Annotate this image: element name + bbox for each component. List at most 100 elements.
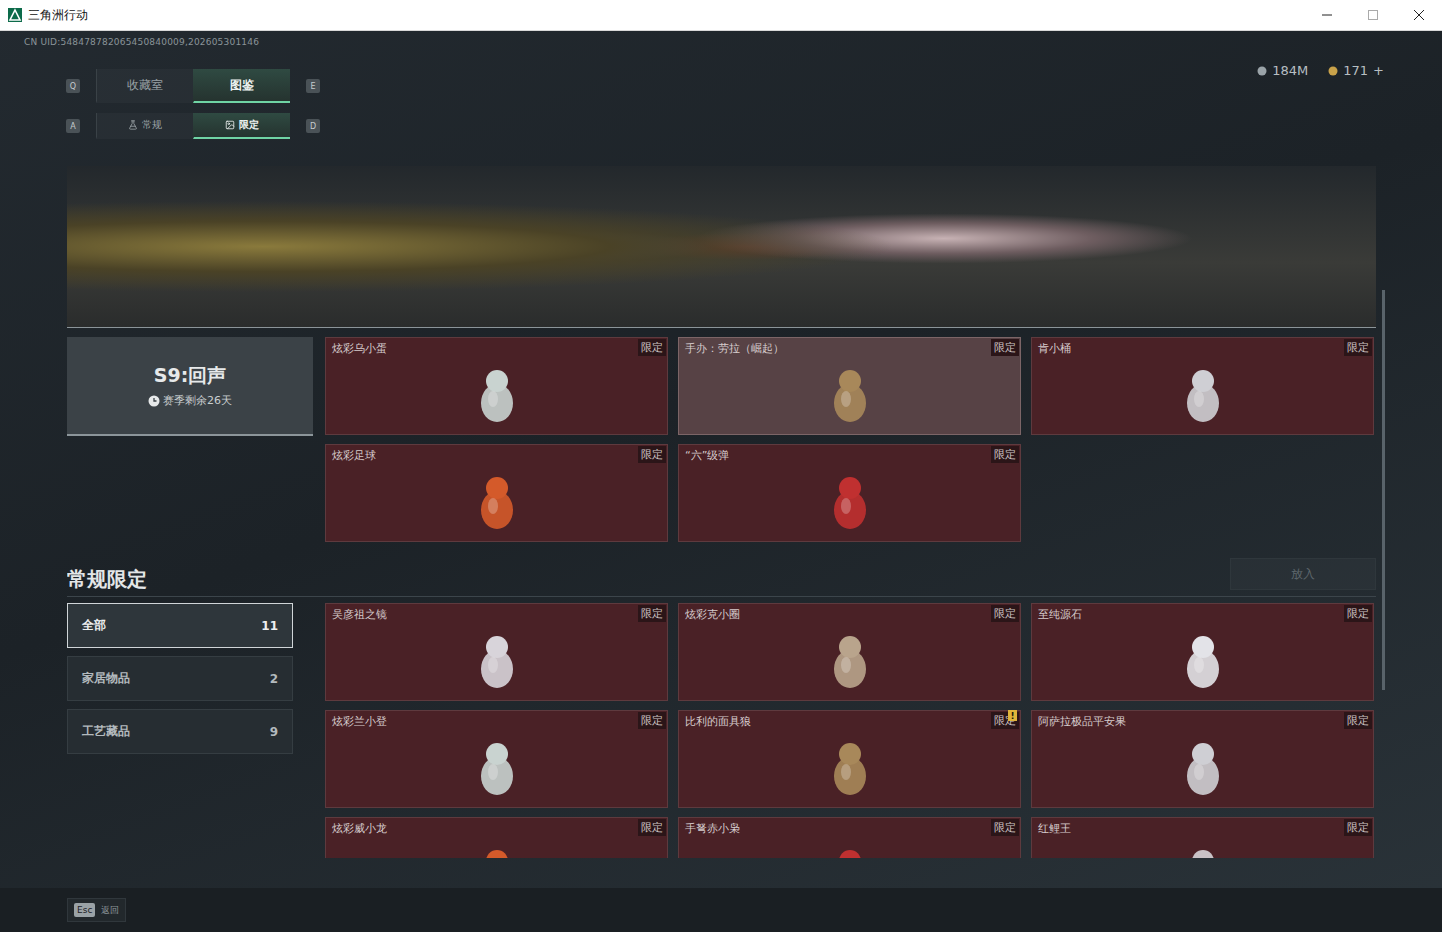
collection-card[interactable]: 炫彩克小圈限定: [678, 603, 1021, 701]
collectible-icon: [815, 839, 885, 859]
game-window: 三角洲行动 CN UID:548478782065450840009,202605…: [0, 0, 1442, 932]
main-tab[interactable]: 图鉴: [193, 69, 290, 103]
collectible-icon: [1168, 625, 1238, 695]
collection-card[interactable]: 比利的面具狼限定!: [678, 710, 1021, 808]
card-art: [332, 729, 661, 804]
section-title: 常规限定: [67, 566, 147, 593]
section-header: 常规限定放入: [67, 562, 1376, 597]
collection-card[interactable]: 手弩赤小枭限定: [678, 817, 1021, 858]
flask-icon: [128, 120, 138, 130]
season-title: S9:回声: [154, 363, 227, 389]
card-name: 肯小桶: [1038, 341, 1367, 356]
item-grid: 吴彦祖之镜限定炫彩克小圈限定至纯源石限定炫彩兰小登限定比利的面具狼限定!阿萨拉极…: [325, 603, 1374, 858]
main-tab[interactable]: 收藏室: [96, 69, 193, 103]
key-hint: D: [306, 119, 320, 133]
key-hint: A: [66, 119, 80, 133]
category-item[interactable]: 全部11: [67, 603, 293, 648]
close-icon: [1414, 10, 1424, 20]
collectible-icon: [815, 359, 885, 429]
card-art: [1038, 836, 1367, 858]
collection-card[interactable]: 吴彦祖之镜限定: [325, 603, 668, 701]
sub-tab[interactable]: 常规: [96, 113, 193, 139]
card-name: 红鲤王: [1038, 821, 1367, 836]
category-item[interactable]: 工艺藏品9: [67, 709, 293, 754]
season-remaining: 赛季剩余26天: [148, 393, 232, 408]
add-currency-button[interactable]: +: [1373, 63, 1384, 78]
collection-card[interactable]: 手办：劳拉（崛起）限定: [678, 337, 1021, 435]
season-grid: 炫彩乌小蛋限定手办：劳拉（崛起）限定肯小桶限定炫彩足球限定“六”级弹限定: [325, 337, 1374, 542]
card-name: “六”级弹: [685, 448, 1014, 463]
collectible-icon: [1168, 732, 1238, 802]
window-controls: [1304, 0, 1442, 30]
category-list: 全部11 家居物品2 工艺藏品9: [67, 603, 293, 858]
card-name: 比利的面具狼: [685, 714, 1014, 729]
limited-badge: 限定: [638, 819, 666, 836]
logo-icon: [8, 8, 22, 22]
clock-icon: [148, 395, 160, 407]
limited-badge: 限定: [991, 446, 1019, 463]
uid-label: CN UID:548478782065450840009,20260530114…: [24, 37, 320, 47]
collection-card[interactable]: 炫彩兰小登限定: [325, 710, 668, 808]
season-banner: [67, 166, 1376, 328]
coin-icon: [1257, 66, 1267, 76]
limited-badge: 限定: [638, 446, 666, 463]
card-name: 炫彩克小圈: [685, 607, 1014, 622]
footer: Esc 返回: [0, 888, 1442, 932]
card-name: 炫彩兰小登: [332, 714, 661, 729]
key-hint: E: [306, 79, 320, 93]
collection-card[interactable]: 肯小桶限定: [1031, 337, 1374, 435]
card-name: 吴彦祖之镜: [332, 607, 661, 622]
card-name: 炫彩乌小蛋: [332, 341, 661, 356]
season-card: S9:回声赛季剩余26天: [67, 337, 313, 436]
currency: 171+: [1328, 63, 1384, 78]
key-hint: Q: [66, 79, 80, 93]
back-label: 返回: [101, 904, 119, 917]
card-name: 阿萨拉极品平安果: [1038, 714, 1367, 729]
header: CN UID:548478782065450840009,20260530114…: [0, 31, 1442, 166]
close-button[interactable]: [1396, 0, 1442, 30]
collection-card[interactable]: “六”级弹限定: [678, 444, 1021, 542]
main-tabs: Q 收藏室图鉴 E: [66, 69, 320, 103]
esc-key: Esc: [74, 903, 95, 917]
card-art: [1038, 729, 1367, 804]
scrollbar[interactable]: [1382, 166, 1385, 858]
alert-badge: !: [1008, 710, 1017, 721]
minimize-icon: [1322, 10, 1332, 20]
limited-badge: 限定: [1344, 712, 1372, 729]
card-art: [332, 463, 661, 538]
card-name: 至纯源石: [1038, 607, 1367, 622]
collectible-icon: [1168, 359, 1238, 429]
limited-badge: 限定: [991, 819, 1019, 836]
limited-badge: 限定: [638, 339, 666, 356]
card-art: [1038, 622, 1367, 697]
card-name: 手办：劳拉（崛起）: [685, 341, 1014, 356]
card-art: [1038, 356, 1367, 431]
collection-card[interactable]: 炫彩乌小蛋限定: [325, 337, 668, 435]
scroll-thumb[interactable]: [1382, 290, 1385, 690]
sub-tab[interactable]: 限定: [193, 113, 290, 139]
collection-card[interactable]: 炫彩足球限定: [325, 444, 668, 542]
title-bar: 三角洲行动: [0, 0, 1442, 31]
collection-card[interactable]: 阿萨拉极品平安果限定: [1031, 710, 1374, 808]
minimize-button[interactable]: [1304, 0, 1350, 30]
card-art: [685, 836, 1014, 858]
back-button[interactable]: Esc 返回: [67, 898, 126, 922]
collection-card[interactable]: 至纯源石限定: [1031, 603, 1374, 701]
collection-card[interactable]: 炫彩威小龙限定: [325, 817, 668, 858]
put-in-button[interactable]: 放入: [1230, 558, 1376, 590]
maximize-button[interactable]: [1350, 0, 1396, 30]
collection-scroll[interactable]: S9:回声赛季剩余26天炫彩乌小蛋限定手办：劳拉（崛起）限定肯小桶限定炫彩足球限…: [67, 166, 1376, 858]
collection-card[interactable]: 红鲤王限定: [1031, 817, 1374, 858]
window-title: 三角洲行动: [28, 7, 88, 24]
limited-badge: 限定: [1344, 605, 1372, 622]
card-art: [685, 622, 1014, 697]
coin-icon: [1328, 66, 1338, 76]
collectible-icon: [462, 839, 532, 859]
card-art: [332, 356, 661, 431]
card-name: 炫彩足球: [332, 448, 661, 463]
card-art: [332, 836, 661, 858]
collectible-icon: [1168, 839, 1238, 859]
card-art: [685, 463, 1014, 538]
category-item[interactable]: 家居物品2: [67, 656, 293, 701]
maximize-icon: [1368, 10, 1378, 20]
